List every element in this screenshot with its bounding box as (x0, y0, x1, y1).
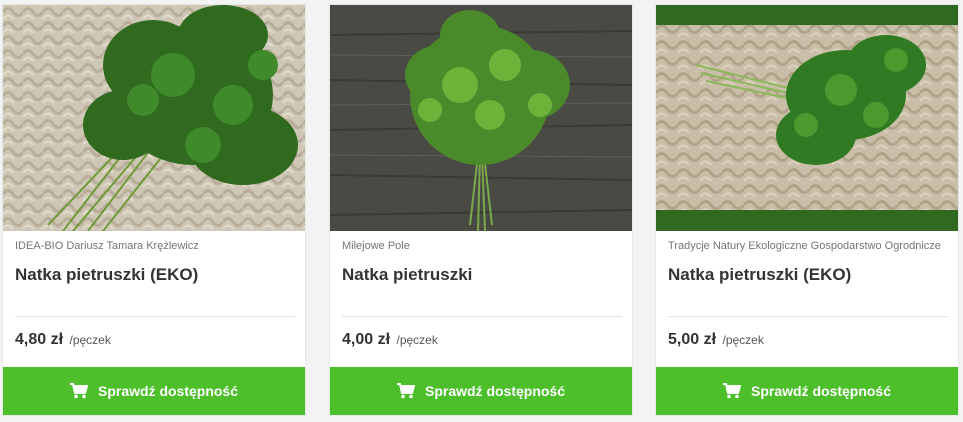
price-unit: /pęczek (69, 333, 111, 347)
cart-icon (396, 383, 415, 399)
check-availability-button[interactable]: Sprawdź dostępność (330, 367, 632, 415)
product-card[interactable]: Milejowe Pole Natka pietruszki 4,00 zł /… (330, 5, 632, 415)
check-availability-label: Sprawdź dostępność (97, 383, 239, 399)
price-row: 5,00 zł /pęczek (668, 331, 764, 349)
product-title[interactable]: Natka pietruszki (EKO) (668, 265, 851, 285)
price-row: 4,00 zł /pęczek (342, 331, 438, 349)
price: 4,00 zł (342, 331, 391, 348)
divider (668, 316, 948, 317)
cart-icon (722, 383, 741, 399)
cart-icon (69, 383, 88, 399)
divider (342, 316, 622, 317)
price-row: 4,80 zł /pęczek (15, 331, 111, 349)
product-image[interactable] (656, 5, 958, 231)
seller-name[interactable]: IDEA-BIO Dariusz Tamara Krężlewicz (15, 240, 295, 252)
product-title[interactable]: Natka pietruszki (342, 265, 472, 285)
price-unit: /pęczek (722, 333, 764, 347)
price-unit: /pęczek (396, 333, 438, 347)
product-title[interactable]: Natka pietruszki (EKO) (15, 265, 198, 285)
price: 4,80 zł (15, 331, 64, 348)
check-availability-label: Sprawdź dostępność (424, 383, 566, 399)
check-availability-label: Sprawdź dostępność (750, 383, 892, 399)
seller-name[interactable]: Milejowe Pole (342, 240, 622, 252)
product-image[interactable] (3, 5, 305, 231)
divider (15, 316, 295, 317)
product-card[interactable]: IDEA-BIO Dariusz Tamara Krężlewicz Natka… (3, 5, 305, 415)
product-card[interactable]: Tradycje Natury Ekologiczne Gospodarstwo… (656, 5, 958, 415)
product-image[interactable] (330, 5, 632, 231)
check-availability-button[interactable]: Sprawdź dostępność (656, 367, 958, 415)
seller-name[interactable]: Tradycje Natury Ekologiczne Gospodarstwo… (668, 240, 948, 252)
price: 5,00 zł (668, 331, 717, 348)
check-availability-button[interactable]: Sprawdź dostępność (3, 367, 305, 415)
product-grid: IDEA-BIO Dariusz Tamara Krężlewicz Natka… (0, 0, 963, 422)
